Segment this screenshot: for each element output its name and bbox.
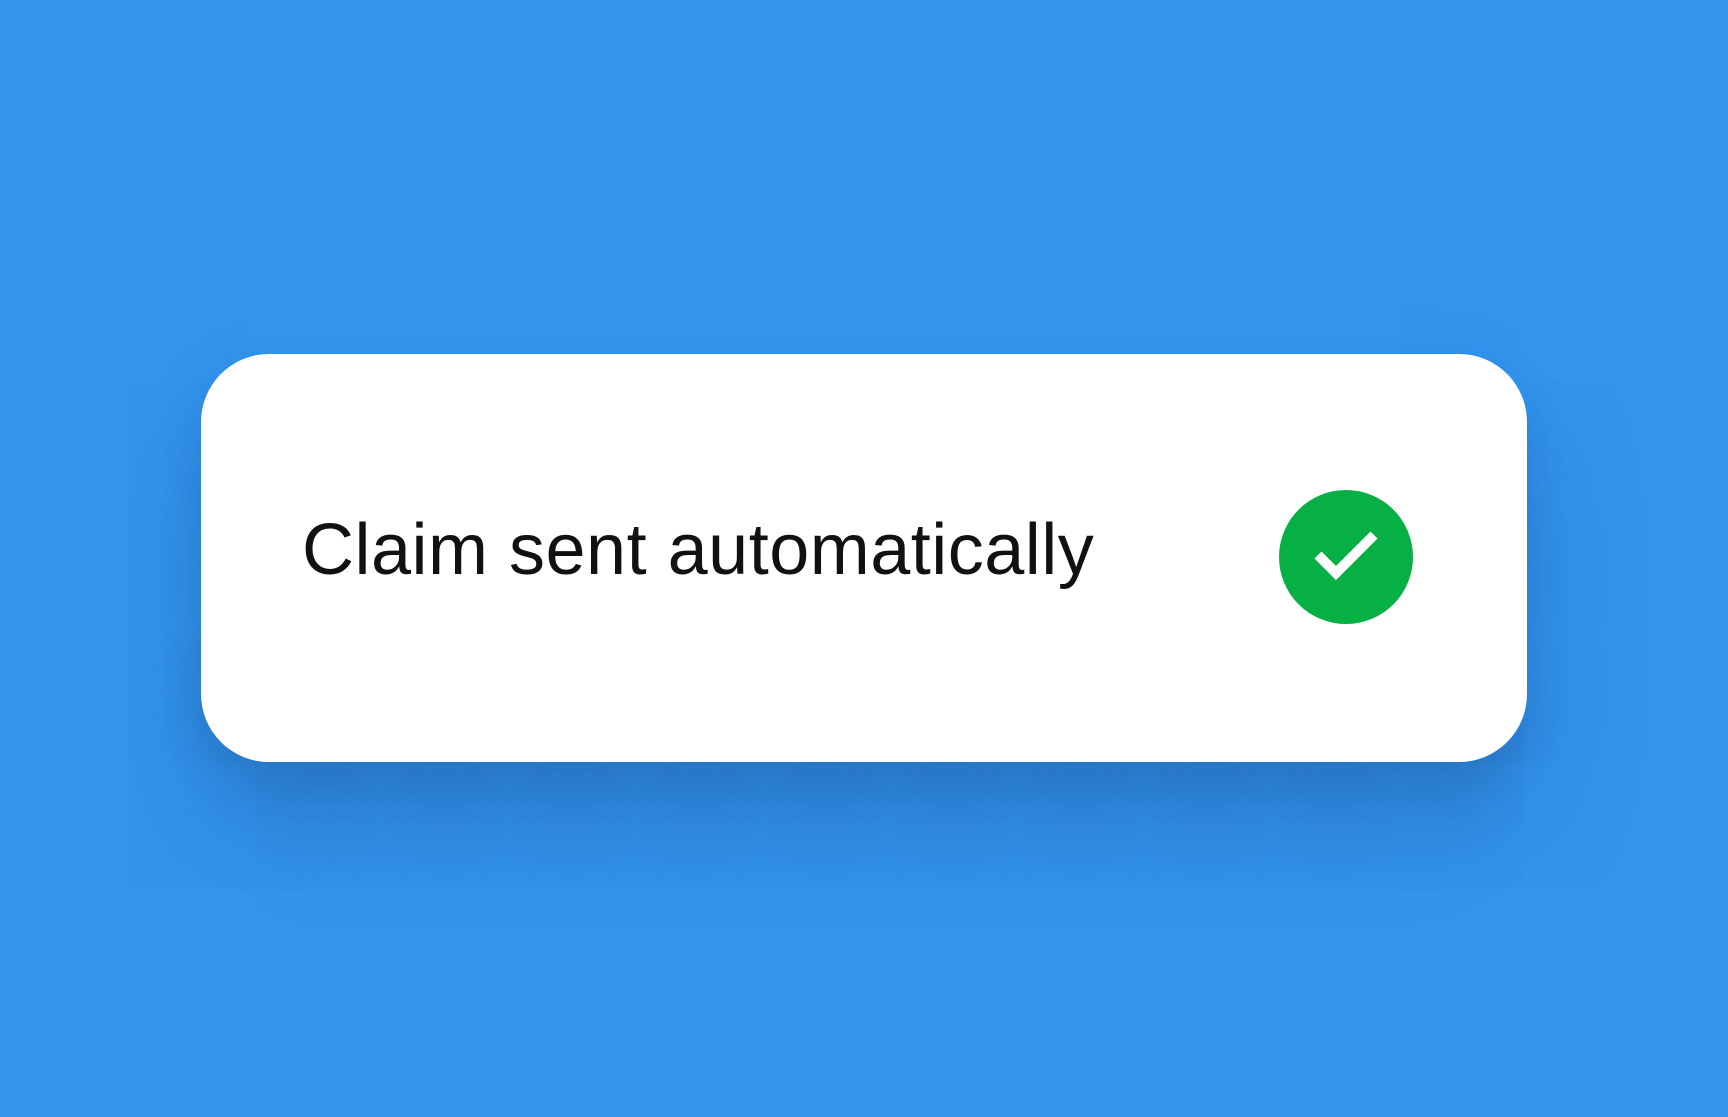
check-mark-icon <box>1314 531 1378 581</box>
notification-message: Claim sent automatically <box>302 510 1095 590</box>
notification-card: Claim sent automatically <box>201 354 1527 762</box>
check-mark-stroke <box>1314 531 1378 581</box>
check-circle-icon <box>1279 490 1413 624</box>
